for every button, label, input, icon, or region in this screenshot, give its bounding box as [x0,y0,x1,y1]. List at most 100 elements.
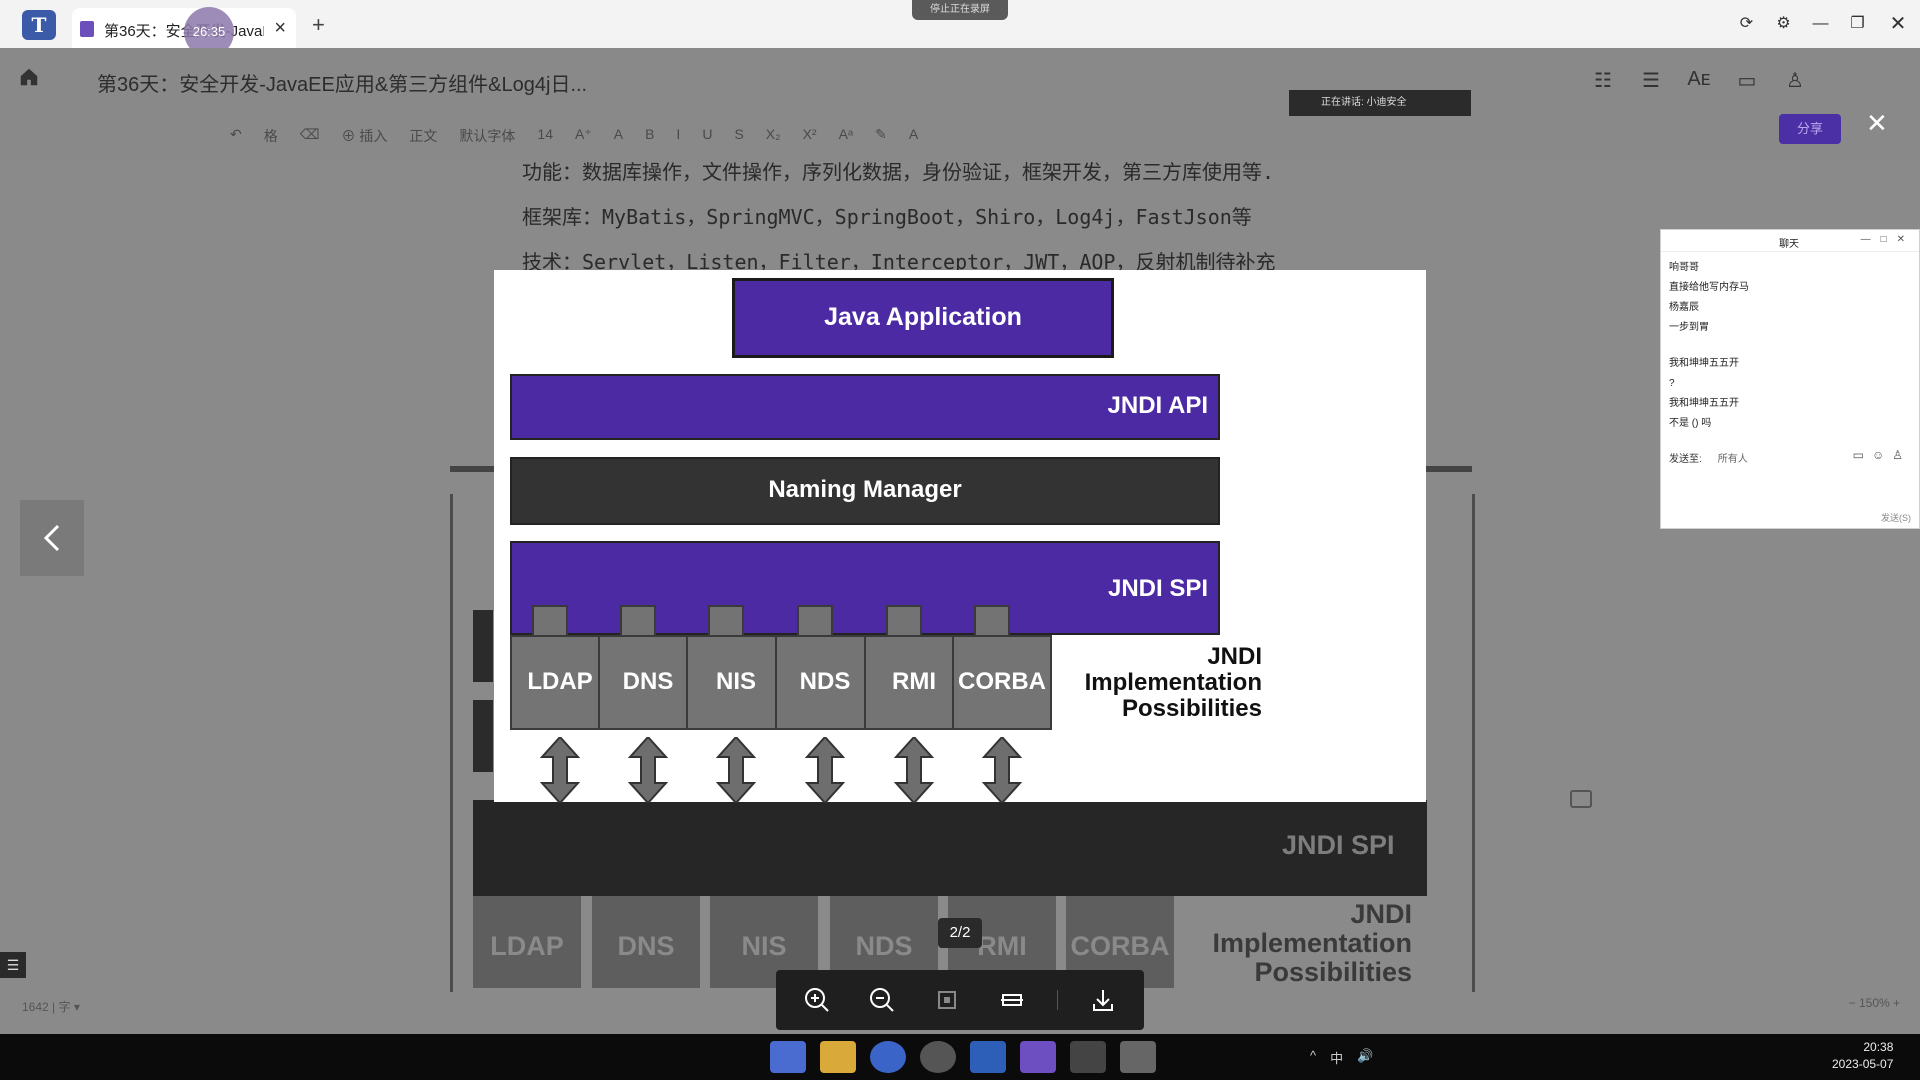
chat-message [1669,338,1749,354]
send-to-value[interactable]: 所有人 [1718,454,1748,465]
comment-icon[interactable] [1570,790,1592,808]
chat-message: 直接给他写内存马 [1669,282,1749,293]
menu-icon[interactable]: ☰ [1638,68,1664,94]
toolbar-item[interactable]: Aᵃ [839,126,854,146]
toolbar-item[interactable]: A [614,126,623,146]
chat-message: 我和坤坤五五开 [1669,398,1739,409]
toolbar-item[interactable]: ↶ [230,126,242,146]
toolbar-item[interactable]: A⁺ [575,126,592,146]
minimize-icon[interactable]: — [1802,0,1839,48]
terminal-icon[interactable] [1070,1041,1106,1073]
taskbar: ^ 中 🔊 20:38 2023-05-07 [0,1034,1920,1080]
text-style-icon[interactable]: Aᴇ [1686,68,1712,94]
windows-icon[interactable] [770,1041,806,1073]
previous-image-button[interactable] [20,500,84,576]
chat-message: 杨嘉辰 [1669,302,1699,313]
obs-icon[interactable] [920,1041,956,1073]
tray-item[interactable]: 🔊 [1357,1048,1373,1067]
header-icons: ☷ ☰ Aᴇ ▭ ♙ [1590,68,1808,94]
app-logo[interactable]: T [22,10,56,40]
double-arrow-icon [894,737,934,803]
double-arrow-icon [982,737,1022,803]
chat-message: 一步到胃 [1669,322,1709,333]
implementation-label: JNDI Implementation Possibilities [1054,644,1262,722]
recording-notice[interactable]: 停止正在录屏 [912,0,1008,20]
toolbar-item[interactable]: X² [803,126,817,146]
chat-window-controls[interactable]: —□✕ [1861,234,1915,245]
impl-label-line: Implementation [1212,928,1412,958]
collaborators-icon[interactable]: ☷ [1590,68,1616,94]
toolbar-item[interactable]: S [734,126,743,146]
chat-message: 响哥哥 [1669,262,1699,273]
provider-nis: NIS [686,635,786,730]
app-icon[interactable] [1120,1041,1156,1073]
background-impl-label: JNDI Implementation Possibilities [1170,900,1412,987]
provider-nds: NDS [775,635,875,730]
home-icon[interactable] [18,66,40,88]
page-indicator: 2/2 [938,918,982,948]
refresh-icon[interactable]: ⟳ [1728,0,1765,48]
edge-icon[interactable] [870,1041,906,1073]
provider-plug [532,605,568,637]
present-icon[interactable]: ▭ [1734,68,1760,94]
close-window-icon[interactable]: ✕ [1876,0,1920,48]
toolbar-item[interactable]: 默认字体 [459,126,515,146]
document-icon [80,21,94,37]
toolbar-item[interactable]: I [676,126,680,146]
tray-item[interactable]: ^ [1310,1048,1316,1067]
background-provider: DNS [592,896,700,988]
share-button[interactable]: 分享 [1779,114,1841,144]
background-block [473,610,493,682]
send-button[interactable]: 发送(S) [1881,511,1911,524]
download-icon[interactable] [1083,980,1123,1020]
tray-item[interactable]: 中 [1330,1048,1343,1067]
zoom-in-icon[interactable] [797,980,837,1020]
chevron-left-icon [43,524,60,552]
explorer-icon[interactable] [820,1041,856,1073]
photos-icon[interactable] [1020,1041,1056,1073]
chat-message: 我和坤坤五五开 [1669,358,1739,369]
zoom-control[interactable]: − 150% + [1849,996,1900,1010]
taskbar-apps [770,1041,1156,1073]
tencent-docs-icon[interactable] [970,1041,1006,1073]
toolbar-item[interactable]: X₂ [766,126,781,146]
rotate-icon[interactable] [992,980,1032,1020]
new-tab-button[interactable]: + [312,12,325,38]
settings-icon[interactable]: ⚙ [1765,0,1802,48]
background-spi-label: JNDI SPI [1282,830,1395,860]
chat-tools[interactable]: ▭☺♙ [1853,448,1911,462]
user-icon[interactable]: ♙ [1782,68,1808,94]
toolbar-item[interactable]: ✎ [875,126,887,146]
document-line: 框架库：MyBatis，SpringMVC，SpringBoot，Shiro，L… [522,205,1252,229]
toolbar-item[interactable]: U [702,126,712,146]
viewer-close-icon[interactable]: ✕ [1866,108,1888,139]
toolbar-item[interactable]: ⌫ [300,126,320,146]
toolbar-item[interactable]: 14 [537,126,553,146]
image-viewer-toolbar [776,970,1144,1030]
system-clock[interactable]: 20:38 2023-05-07 [1832,1039,1893,1073]
word-count[interactable]: 1642 | 字 ▾ [22,998,80,1015]
toolbar-item[interactable]: 格 [264,126,278,146]
send-to-selector[interactable]: 发送至: 所有人 [1669,450,1748,465]
toolbar-item[interactable]: 正文 [409,126,437,146]
java-application-box: Java Application [732,278,1114,358]
clock-date: 2023-05-07 [1832,1057,1894,1071]
toolbar-item[interactable]: B [645,126,654,146]
provider-plug [620,605,656,637]
toolbar-item[interactable]: ⊕ 插入 [342,126,388,146]
toolbar-item[interactable]: A [909,126,918,146]
zoom-out-icon[interactable] [862,980,902,1020]
fit-icon[interactable] [927,980,967,1020]
close-tab-icon[interactable]: × [274,17,286,40]
jndi-spi-layer: JNDI SPI [510,541,1220,635]
jndi-api-layer: JNDI API [510,374,1220,440]
naming-manager-layer: Naming Manager [510,457,1220,525]
provider-plug [974,605,1010,637]
outline-icon[interactable]: ☰ [0,952,26,978]
tab-bar: T 第36天：安全开发-JavaEE应用... × 26:35 + 停止正在录屏… [0,0,1920,57]
page-border [1472,494,1475,992]
restore-icon[interactable]: ❐ [1839,0,1876,48]
double-arrow-icon [805,737,845,803]
provider-plug [797,605,833,637]
chat-window: 聊天 —□✕ 响哥哥 直接给他写内存马 杨嘉辰 一步到胃 我和坤坤五五开 ? 我… [1660,229,1920,529]
